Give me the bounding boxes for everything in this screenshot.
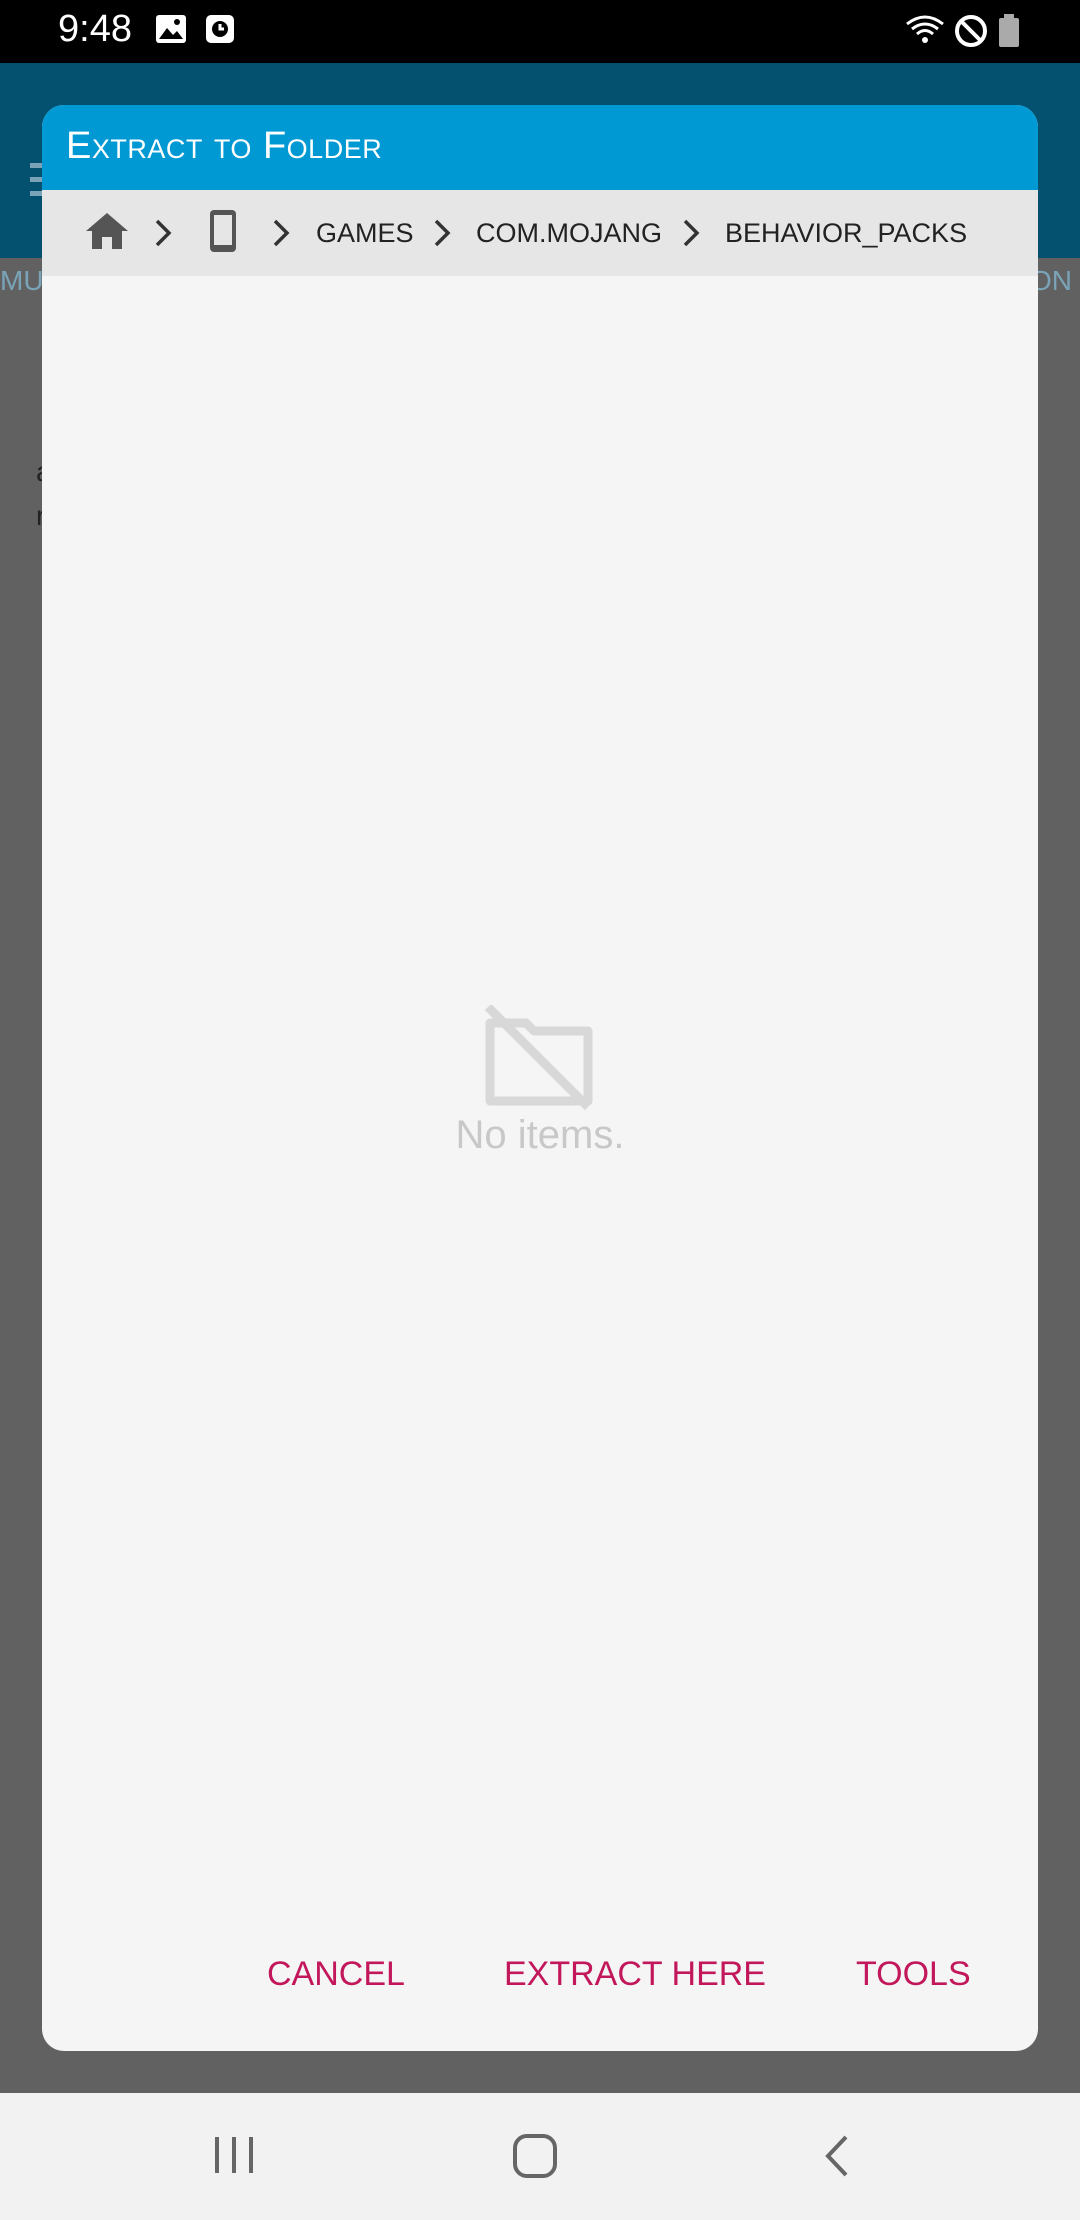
home-icon bbox=[84, 211, 130, 256]
wifi-icon bbox=[905, 14, 945, 51]
tools-button[interactable]: TOOLS bbox=[856, 1955, 971, 1994]
breadcrumb-home[interactable] bbox=[84, 190, 130, 276]
dialog-title: Extract to Folder bbox=[66, 125, 383, 167]
breadcrumb-item-com-mojang[interactable]: COM.MOJANG bbox=[476, 190, 662, 276]
cancel-button[interactable]: CANCEL bbox=[267, 1955, 405, 1994]
breadcrumb-item-games[interactable]: GAMES bbox=[316, 190, 414, 276]
chevron-right-icon bbox=[154, 218, 172, 253]
recent-apps-icon[interactable] bbox=[213, 2133, 255, 2182]
chevron-right-icon bbox=[433, 218, 451, 253]
back-icon[interactable] bbox=[822, 2133, 852, 2184]
breadcrumb: GAMES COM.MOJANG BEHAVIOR_PACKS bbox=[42, 190, 1038, 276]
navigation-bar bbox=[0, 2093, 1080, 2220]
do-not-disturb-icon bbox=[954, 14, 988, 53]
chevron-right-icon bbox=[272, 218, 290, 253]
extract-dialog: Extract to Folder GAMES COM.MOJANG BEHAV… bbox=[42, 105, 1038, 2051]
breadcrumb-item-behavior-packs[interactable]: BEHAVIOR_PACKS bbox=[725, 190, 967, 276]
alarm-icon bbox=[205, 14, 235, 49]
breadcrumb-label: BEHAVIOR_PACKS bbox=[725, 217, 968, 248]
home-button-icon[interactable] bbox=[512, 2133, 558, 2184]
dialog-actions: CANCEL EXTRACT HERE TOOLS bbox=[42, 1955, 1038, 2025]
extract-here-button[interactable]: EXTRACT HERE bbox=[504, 1955, 766, 1994]
phone-icon bbox=[208, 208, 238, 259]
chevron-right-icon bbox=[682, 218, 700, 253]
background-tab-left: MU bbox=[0, 265, 44, 296]
folder-off-icon bbox=[482, 1003, 598, 1116]
breadcrumb-device[interactable] bbox=[208, 190, 238, 276]
dialog-header: Extract to Folder bbox=[42, 105, 1038, 190]
status-time: 9:48 bbox=[58, 8, 132, 50]
breadcrumb-label: COM.MOJANG bbox=[476, 217, 662, 248]
empty-state-label: No items. bbox=[455, 1113, 625, 1157]
status-bar: 9:48 bbox=[0, 0, 1080, 63]
battery-icon bbox=[998, 14, 1020, 53]
gallery-icon bbox=[155, 14, 187, 49]
breadcrumb-label: GAMES bbox=[316, 217, 414, 248]
